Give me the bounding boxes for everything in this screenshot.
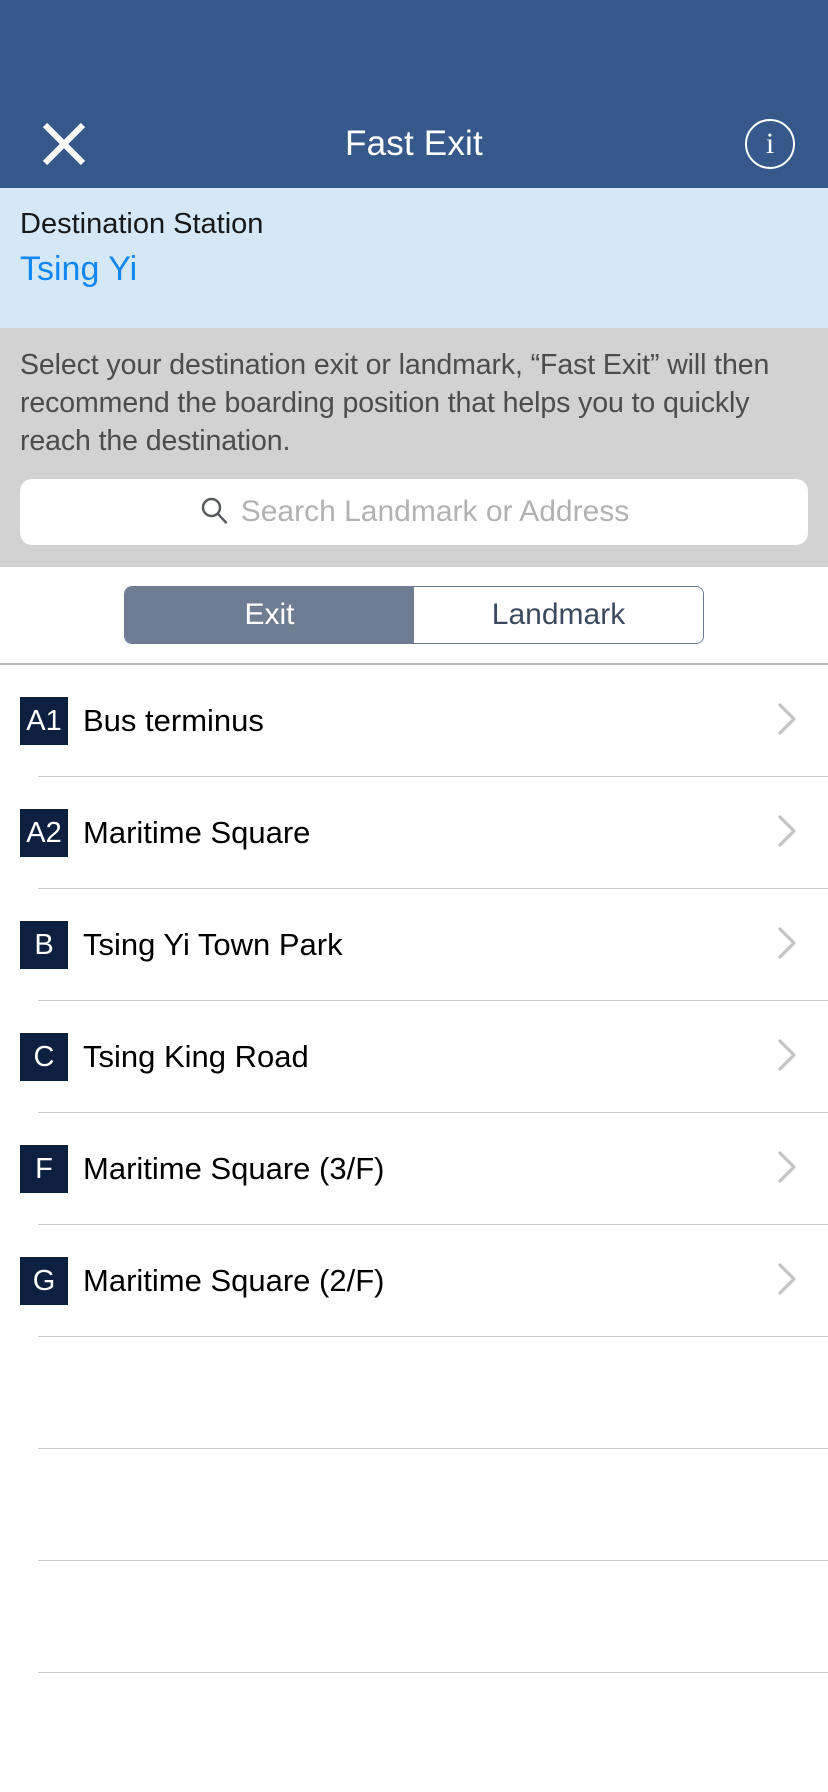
chevron-right-icon <box>776 702 798 741</box>
exit-label: Maritime Square (3/F) <box>83 1151 385 1186</box>
chevron-right-icon <box>776 1038 798 1077</box>
list-item[interactable]: C Tsing King Road <box>0 1001 828 1113</box>
instruction-panel: Select your destination exit or landmark… <box>0 328 828 567</box>
exit-list: A1 Bus terminus A2 Maritime Square B Tsi… <box>0 665 828 1792</box>
exit-badge: A2 <box>20 809 68 857</box>
list-item[interactable]: A1 Bus terminus <box>0 665 828 777</box>
tab-exit[interactable]: Exit <box>125 587 414 643</box>
destination-station-value[interactable]: Tsing Yi <box>20 245 808 293</box>
search-input[interactable]: Search Landmark or Address <box>20 479 808 545</box>
exit-label: Tsing Yi Town Park <box>83 927 343 962</box>
page-title: Fast Exit <box>345 124 483 163</box>
exit-badge: F <box>20 1145 68 1193</box>
destination-station-band: Destination Station Tsing Yi <box>0 188 828 328</box>
list-item[interactable]: A2 Maritime Square <box>0 777 828 889</box>
instruction-text: Select your destination exit or landmark… <box>20 349 770 457</box>
exit-label: Tsing King Road <box>83 1039 309 1074</box>
destination-station-label: Destination Station <box>20 208 264 240</box>
tab-landmark[interactable]: Landmark <box>414 587 703 643</box>
chevron-right-icon <box>776 1262 798 1301</box>
list-item-empty <box>0 1561 828 1673</box>
exit-badge: B <box>20 921 68 969</box>
list-item[interactable]: F Maritime Square (3/F) <box>0 1113 828 1225</box>
exit-badge: A1 <box>20 697 68 745</box>
list-item-empty <box>0 1337 828 1449</box>
list-item[interactable]: B Tsing Yi Town Park <box>0 889 828 1001</box>
exit-badge: G <box>20 1257 68 1305</box>
chevron-right-icon <box>776 814 798 853</box>
exit-label: Bus terminus <box>83 703 264 738</box>
fast-exit-screen: Fast Exit i Destination Station Tsing Yi… <box>0 0 828 1792</box>
exit-label: Maritime Square (2/F) <box>83 1263 385 1298</box>
segmented-control-container: Exit Landmark <box>0 567 828 665</box>
list-item[interactable]: G Maritime Square (2/F) <box>0 1225 828 1337</box>
chevron-right-icon <box>776 926 798 965</box>
exit-label: Maritime Square <box>83 815 311 850</box>
search-input-content: Search Landmark or Address <box>199 495 630 530</box>
exit-badge: C <box>20 1033 68 1081</box>
list-item-empty <box>0 1449 828 1561</box>
segmented-control: Exit Landmark <box>124 586 704 644</box>
chevron-right-icon <box>776 1150 798 1189</box>
search-icon <box>199 495 229 530</box>
info-circle-icon[interactable]: i <box>745 119 795 169</box>
app-header: Fast Exit i <box>0 0 828 188</box>
search-placeholder: Search Landmark or Address <box>240 495 630 528</box>
